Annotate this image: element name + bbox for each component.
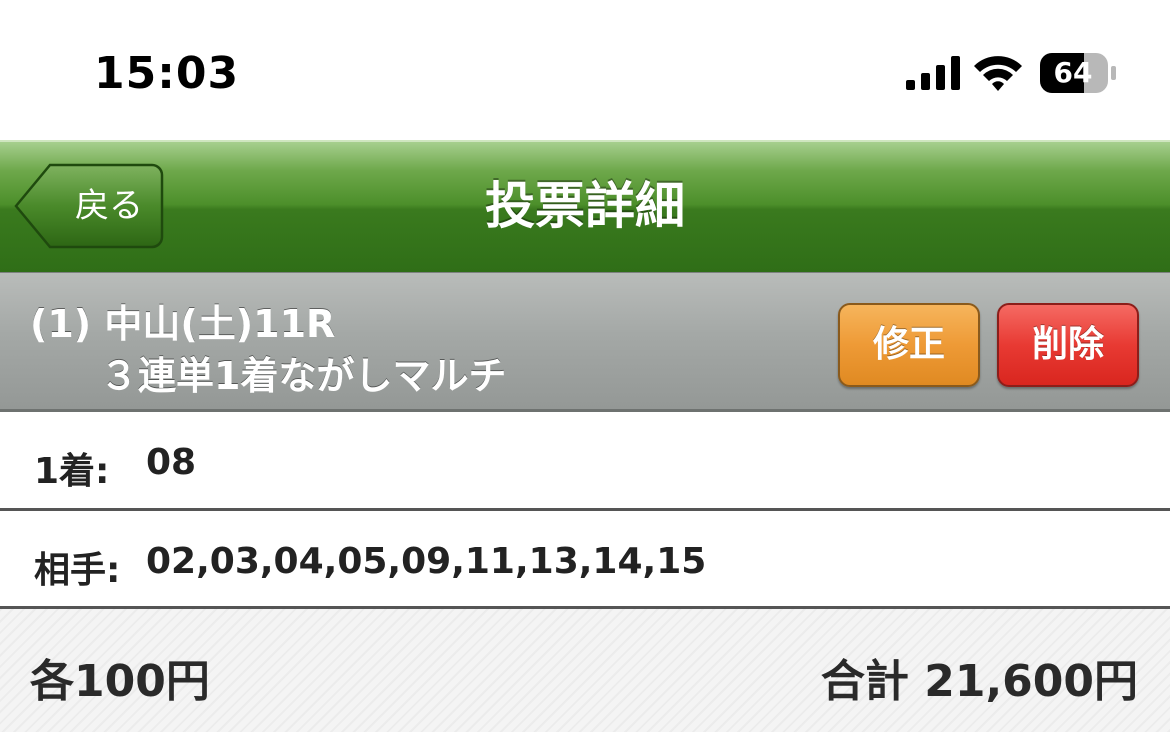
row-label: 1着: (34, 451, 110, 492)
row-value: 08 (146, 442, 197, 483)
signal-icon (906, 56, 960, 90)
status-time: 15:03 (94, 48, 240, 99)
wifi-icon (974, 56, 1022, 91)
bet-type: ３連単1着ながしマルチ (100, 354, 507, 398)
status-bar: 15:03 64 (0, 0, 1170, 140)
row-value: 02,03,04,05,09,11,13,14,15 (146, 541, 707, 582)
edit-button[interactable]: 修正 (838, 303, 980, 387)
race-name: (1) 中山(土)11R (30, 302, 336, 346)
screen: 15:03 64 投票詳細 戻る (1) 中山(土)11R ３連単1着ながしマル… (0, 0, 1170, 732)
battery-level: 64 (1053, 56, 1093, 89)
row-label: 相手: (34, 550, 121, 591)
unit-price: 各100円 (30, 656, 210, 707)
partners-row: 相手: 02,03,04,05,09,11,13,14,15 (0, 511, 1170, 609)
race-header: (1) 中山(土)11R ３連単1着ながしマルチ 修正 削除 (0, 272, 1170, 412)
first-place-row: 1着: 08 (0, 412, 1170, 511)
back-label: 戻る (75, 186, 143, 226)
delete-button[interactable]: 削除 (997, 303, 1139, 387)
summary-footer: 各100円 合計 21,600円 (0, 609, 1170, 732)
nav-bar: 投票詳細 戻る (0, 140, 1170, 272)
page-title: 投票詳細 (485, 177, 685, 235)
back-button[interactable]: 戻る (14, 162, 164, 250)
total-amount: 合計 21,600円 (820, 656, 1138, 707)
